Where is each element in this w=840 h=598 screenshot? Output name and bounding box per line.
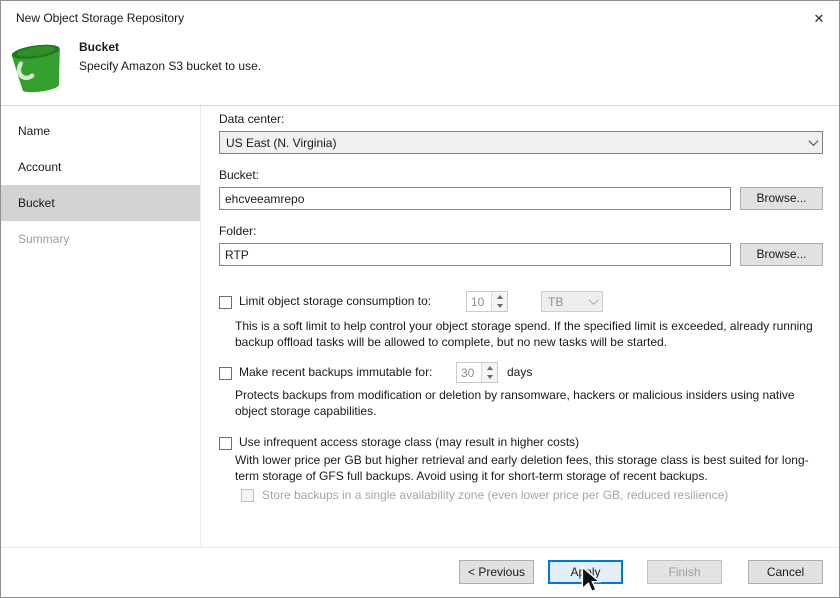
folder-input[interactable] [219,243,731,266]
bucket-input[interactable] [219,187,731,210]
immutable-help-text: Protects backups from modification or de… [235,387,827,419]
cancel-button[interactable]: Cancel [748,560,823,584]
sidebar-item-summary[interactable]: Summary [1,221,200,257]
chevron-down-icon [584,292,602,311]
arrow-up-icon [487,366,493,370]
previous-button[interactable]: < Previous [459,560,534,584]
limit-spin-up-button[interactable] [492,292,507,302]
immutable-spinner-arrows [481,363,497,382]
single-az-label: Store backups in a single availability z… [262,488,728,502]
arrow-up-icon [497,295,503,299]
infrequent-access-label[interactable]: Use infrequent access storage class (may… [239,435,579,449]
data-center-value: US East (N. Virginia) [226,136,804,150]
data-center-label: Data center: [219,112,284,126]
limit-spinner-arrows [491,292,507,311]
finish-button[interactable]: Finish [647,560,722,584]
bucket-browse-button[interactable]: Browse... [740,187,823,210]
limit-unit-value: TB [548,295,584,309]
limit-unit-select[interactable]: TB [541,291,603,312]
immutable-label[interactable]: Make recent backups immutable for: [239,365,432,379]
bucket-icon [9,39,67,97]
folder-label: Folder: [219,224,256,238]
new-object-storage-repository-dialog: New Object Storage Repository ✕ Bucket S… [0,0,840,598]
step-title: Bucket [79,40,119,54]
sidebar-item-account[interactable]: Account [1,149,200,185]
chevron-down-icon[interactable] [804,132,822,153]
immutable-spin-down-button[interactable] [482,373,497,383]
immutable-days-value: 30 [457,363,481,382]
window-title: New Object Storage Repository [16,11,184,25]
single-az-checkbox [241,489,254,502]
limit-consumption-checkbox[interactable] [219,296,232,309]
arrow-down-icon [487,375,493,379]
immutable-days-spinner[interactable]: 30 [456,362,498,383]
infrequent-help-text: With lower price per GB but higher retri… [235,452,831,484]
wizard-steps-sidebar: Name Account Bucket Summary [1,106,201,547]
limit-help-text: This is a soft limit to help control you… [235,318,827,350]
arrow-down-icon [497,304,503,308]
apply-button[interactable]: Apply [548,560,623,584]
limit-amount-value: 10 [467,292,491,311]
close-icon[interactable]: ✕ [805,8,833,30]
folder-browse-button[interactable]: Browse... [740,243,823,266]
limit-amount-spinner[interactable]: 10 [466,291,508,312]
limit-consumption-label[interactable]: Limit object storage consumption to: [239,294,431,308]
sidebar-item-name[interactable]: Name [1,113,200,149]
immutable-unit-label: days [507,365,532,379]
step-subtitle: Specify Amazon S3 bucket to use. [79,59,261,73]
footer-divider [1,547,839,548]
immutable-checkbox[interactable] [219,367,232,380]
limit-spin-down-button[interactable] [492,302,507,312]
data-center-select[interactable]: US East (N. Virginia) [219,131,823,154]
sidebar-item-bucket[interactable]: Bucket [1,185,200,221]
bucket-label: Bucket: [219,168,259,182]
infrequent-access-checkbox[interactable] [219,437,232,450]
immutable-spin-up-button[interactable] [482,363,497,373]
